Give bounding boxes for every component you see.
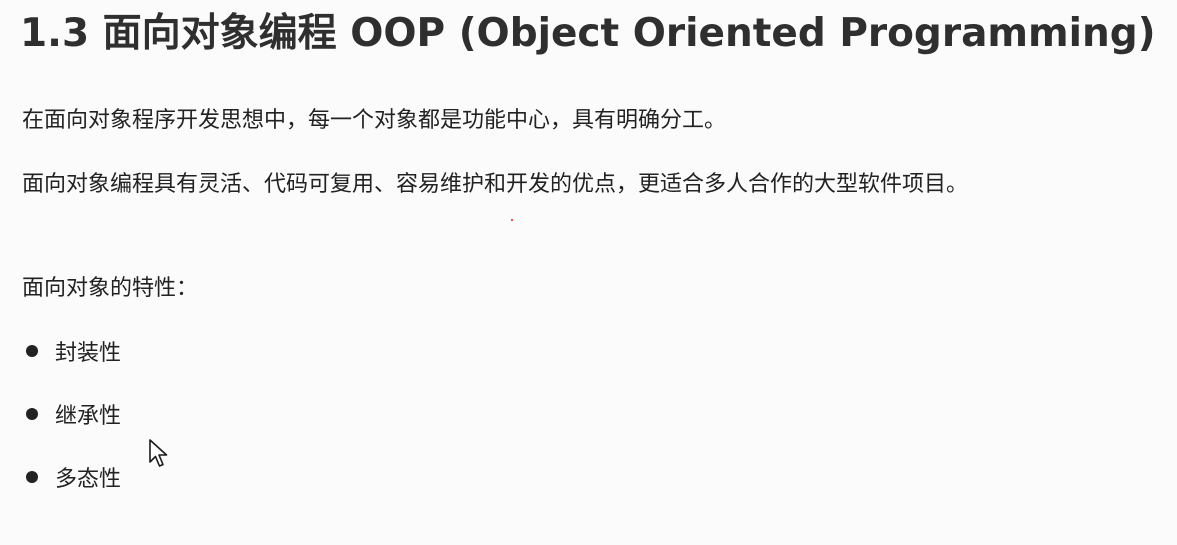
list-item: 多态性 [22, 462, 121, 492]
bullet-icon [26, 471, 38, 483]
features-list: 封装性 继承性 多态性 [22, 336, 121, 525]
page-title: 1.3 面向对象编程 OOP (Object Oriented Programm… [20, 11, 1156, 56]
mouse-pointer-icon [149, 439, 168, 467]
paragraph-oop-advantages: 面向对象编程具有灵活、代码可复用、容易维护和开发的优点，更适合多人合作的大型软件… [22, 172, 969, 197]
list-item: 封装性 [22, 336, 121, 366]
red-dot-marker-icon [511, 219, 513, 221]
feature-inheritance: 继承性 [55, 404, 122, 429]
features-heading: 面向对象的特性： [22, 276, 199, 301]
list-item: 继承性 [22, 399, 121, 429]
bullet-icon [26, 408, 38, 420]
feature-encapsulation: 封装性 [55, 341, 122, 366]
bullet-icon [26, 345, 38, 357]
paragraph-oop-concept: 在面向对象程序开发思想中，每一个对象都是功能中心，具有明确分工。 [22, 108, 727, 133]
feature-polymorphism: 多态性 [55, 467, 122, 492]
